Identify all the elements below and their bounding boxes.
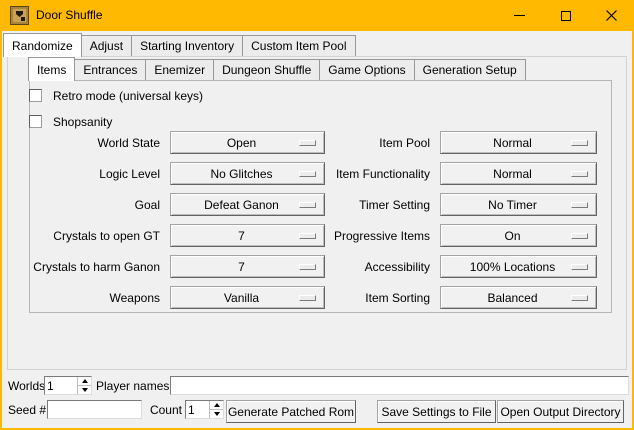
app-window: Door Shuffle Randomize Adjust Starting I… — [0, 0, 634, 430]
world-state-label: World State — [8, 136, 160, 150]
count-input[interactable] — [186, 401, 209, 418]
item-pool-dropdown[interactable]: Normal — [440, 131, 597, 154]
tab-items[interactable]: Items — [28, 57, 75, 81]
dropdown-indicator-icon — [571, 171, 588, 177]
spin-down-button[interactable] — [210, 409, 223, 418]
title-bar: Door Shuffle — [0, 0, 634, 31]
spin-up-button[interactable] — [210, 401, 223, 409]
randomize-sub-tab-bar: Items Entrances Enemizer Dungeon Shuffle… — [28, 57, 525, 80]
crystals-open-gt-label: Crystals to open GT — [8, 229, 160, 243]
retro-mode-label: Retro mode (universal keys) — [53, 89, 203, 103]
shopsanity-checkbox[interactable] — [29, 115, 42, 128]
generate-patched-rom-button[interactable]: Generate Patched Rom — [226, 400, 356, 423]
spin-up-icon — [82, 379, 88, 383]
logic-level-label: Logic Level — [8, 167, 160, 181]
crystals-harm-ganon-label: Crystals to harm Ganon — [8, 260, 160, 274]
window-title: Door Shuffle — [36, 8, 103, 22]
item-sorting-label: Item Sorting — [280, 291, 430, 305]
tab-enemizer[interactable]: Enemizer — [145, 59, 214, 80]
spin-up-icon — [214, 403, 220, 407]
main-tab-bar: Randomize Adjust Starting Inventory Cust… — [3, 33, 355, 56]
tab-randomize[interactable]: Randomize — [3, 33, 82, 57]
close-icon — [606, 10, 617, 21]
minimize-icon — [514, 10, 525, 21]
retro-mode-checkbox[interactable] — [29, 89, 42, 102]
tab-entrances[interactable]: Entrances — [74, 59, 146, 80]
count-spin-buttons — [209, 401, 223, 418]
item-sorting-dropdown[interactable]: Balanced — [440, 286, 597, 309]
tab-generation-setup[interactable]: Generation Setup — [414, 59, 526, 80]
app-icon — [10, 6, 29, 25]
item-functionality-label: Item Functionality — [280, 167, 430, 181]
shopsanity-label: Shopsanity — [53, 115, 112, 129]
timer-setting-label: Timer Setting — [280, 198, 430, 212]
seed-input[interactable] — [47, 400, 142, 419]
tab-custom-item-pool[interactable]: Custom Item Pool — [242, 35, 355, 56]
accessibility-label: Accessibility — [280, 260, 430, 274]
count-spinbox — [185, 400, 224, 419]
player-names-input[interactable] — [170, 376, 629, 395]
tab-adjust[interactable]: Adjust — [81, 35, 132, 56]
tab-starting-inventory[interactable]: Starting Inventory — [131, 35, 243, 56]
minimize-button[interactable] — [497, 0, 542, 31]
progressive-items-label: Progressive Items — [280, 229, 430, 243]
item-functionality-dropdown[interactable]: Normal — [440, 162, 597, 185]
tab-dungeon-shuffle[interactable]: Dungeon Shuffle — [213, 59, 320, 80]
worlds-input[interactable] — [45, 377, 77, 394]
worlds-spinbox — [44, 376, 92, 395]
spin-down-button[interactable] — [78, 385, 91, 394]
worlds-label: Worlds — [8, 379, 45, 393]
item-pool-label: Item Pool — [280, 136, 430, 150]
worlds-spin-buttons — [77, 377, 91, 394]
spin-down-icon — [214, 412, 220, 416]
spin-up-button[interactable] — [78, 377, 91, 385]
progressive-items-dropdown[interactable]: On — [440, 224, 597, 247]
spin-down-icon — [82, 388, 88, 392]
goal-label: Goal — [8, 198, 160, 212]
seed-label: Seed # — [8, 403, 46, 417]
accessibility-dropdown[interactable]: 100% Locations — [440, 255, 597, 278]
open-output-directory-button[interactable]: Open Output Directory — [497, 400, 624, 423]
maximize-icon — [561, 11, 571, 21]
player-names-label: Player names — [96, 379, 169, 393]
maximize-button[interactable] — [543, 0, 588, 31]
dropdown-indicator-icon — [571, 140, 588, 146]
dropdown-indicator-icon — [571, 233, 588, 239]
count-label: Count — [140, 403, 182, 417]
save-settings-button[interactable]: Save Settings to File — [377, 400, 496, 423]
dropdown-indicator-icon — [571, 295, 588, 301]
dropdown-indicator-icon — [571, 264, 588, 270]
timer-setting-dropdown[interactable]: No Timer — [440, 193, 597, 216]
tab-game-options[interactable]: Game Options — [319, 59, 414, 80]
close-button[interactable] — [589, 0, 634, 31]
weapons-label: Weapons — [8, 291, 160, 305]
dropdown-indicator-icon — [571, 202, 588, 208]
